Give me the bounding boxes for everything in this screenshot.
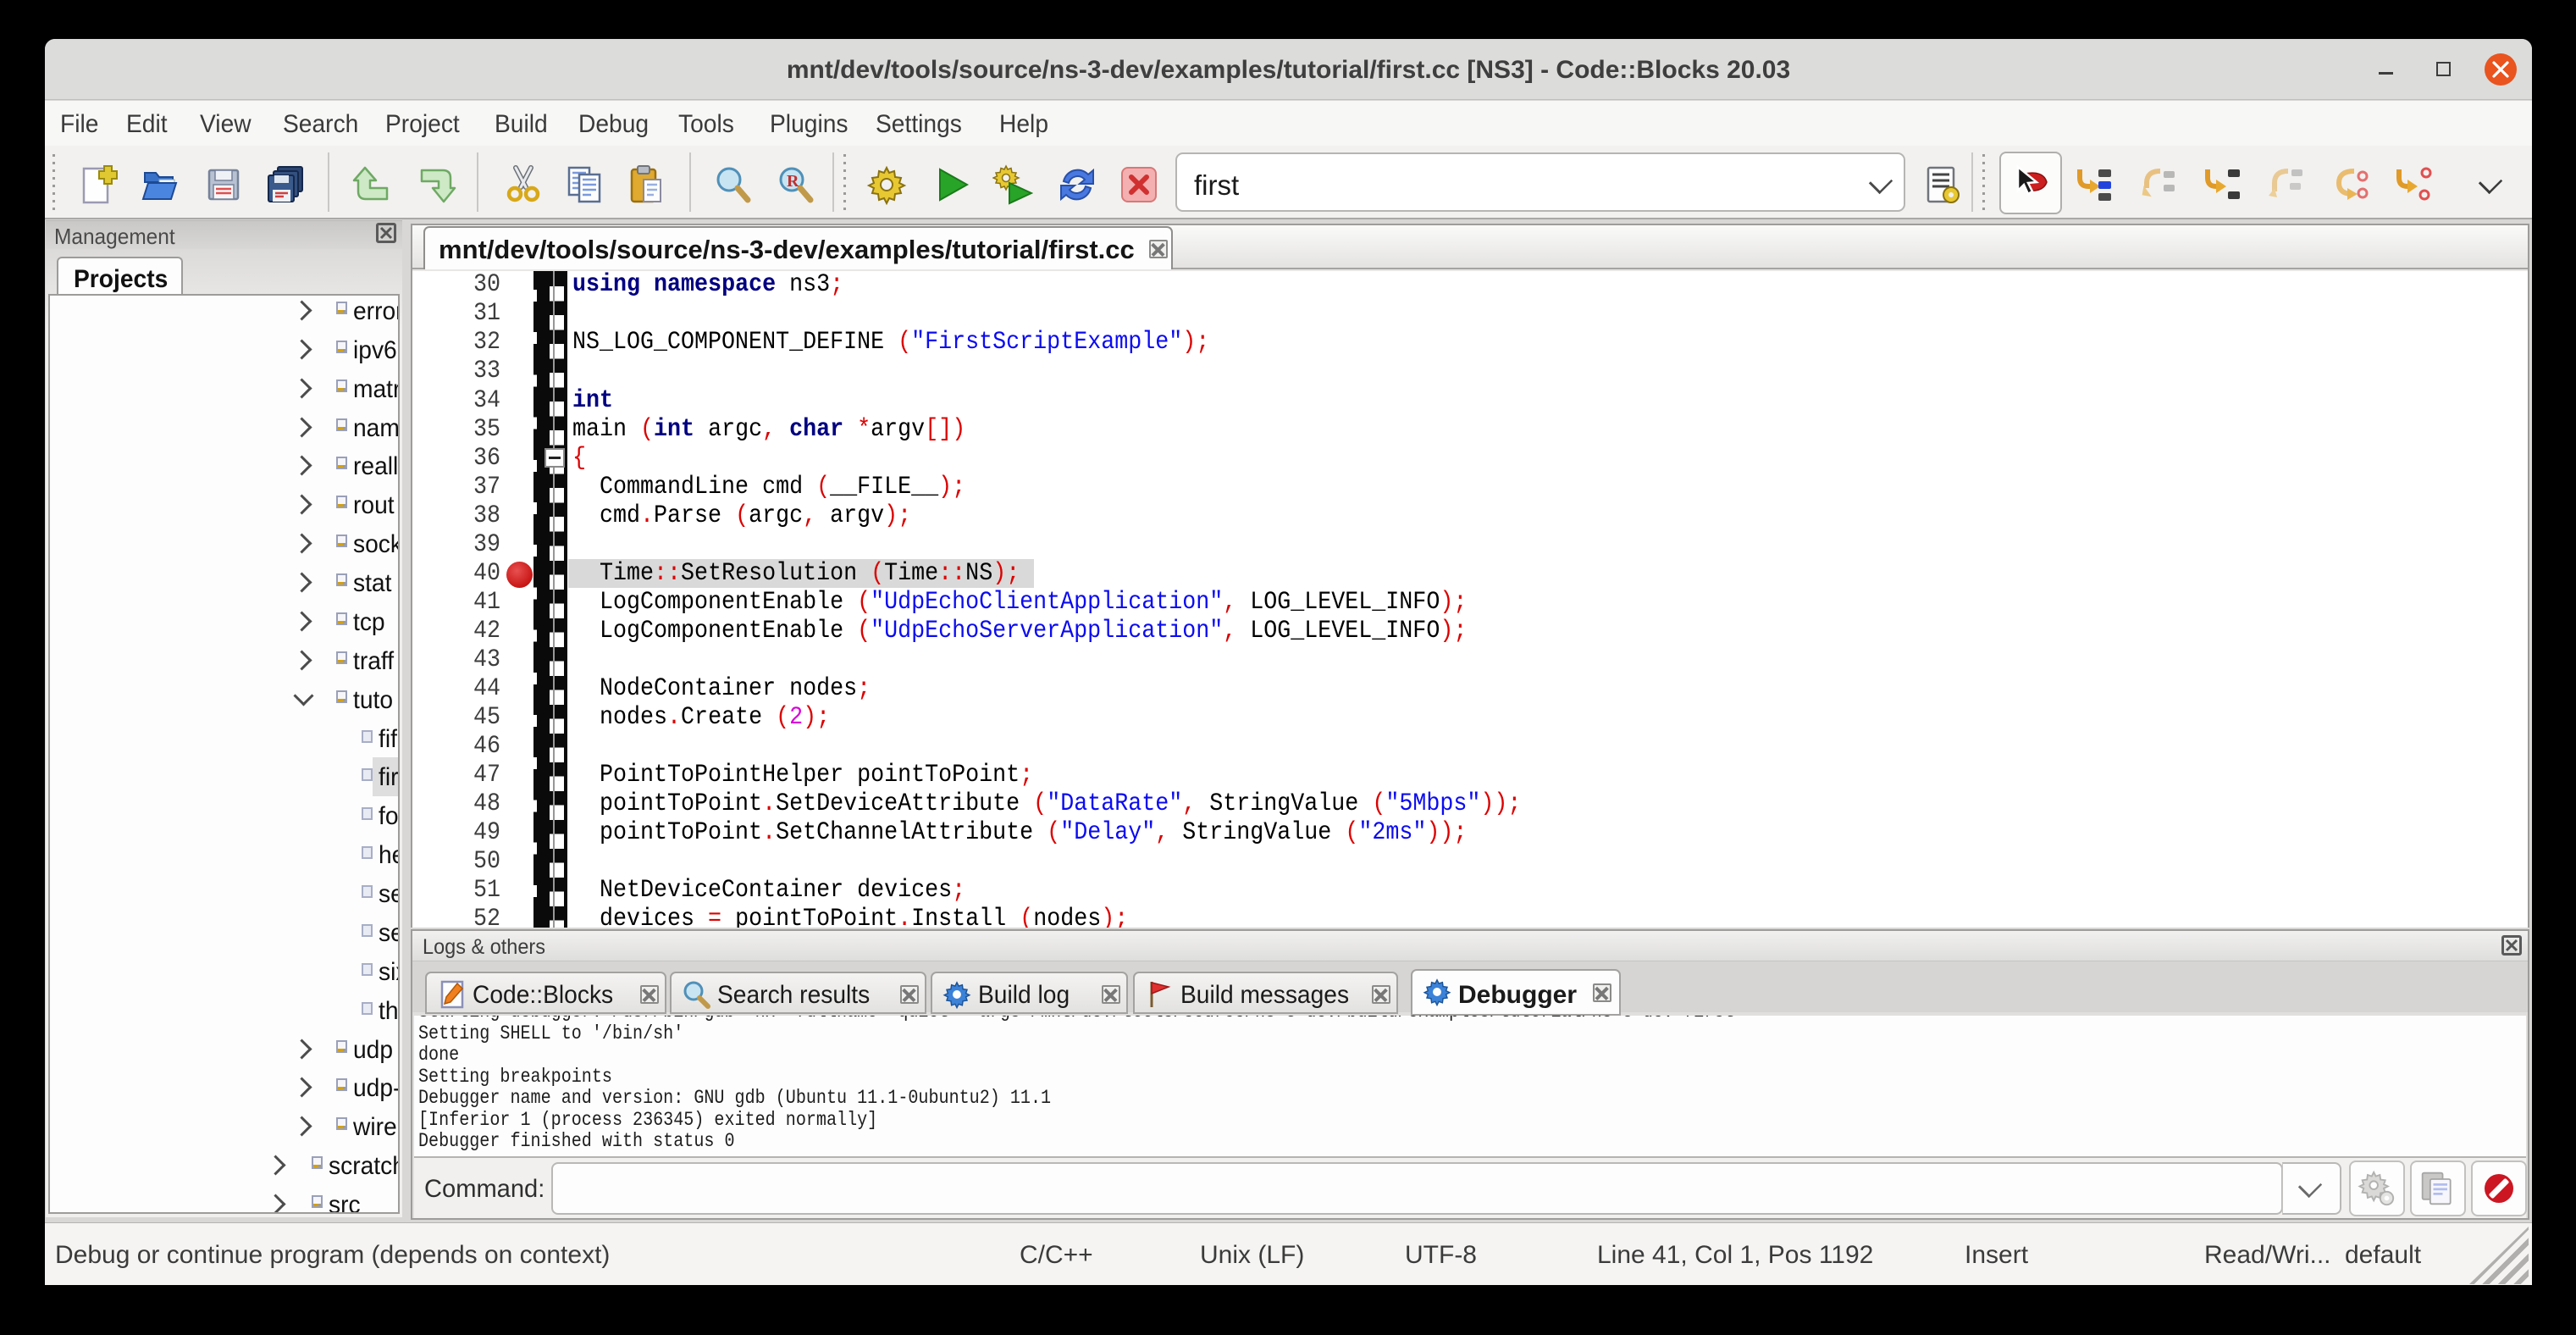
svg-text:R: R <box>787 172 799 191</box>
